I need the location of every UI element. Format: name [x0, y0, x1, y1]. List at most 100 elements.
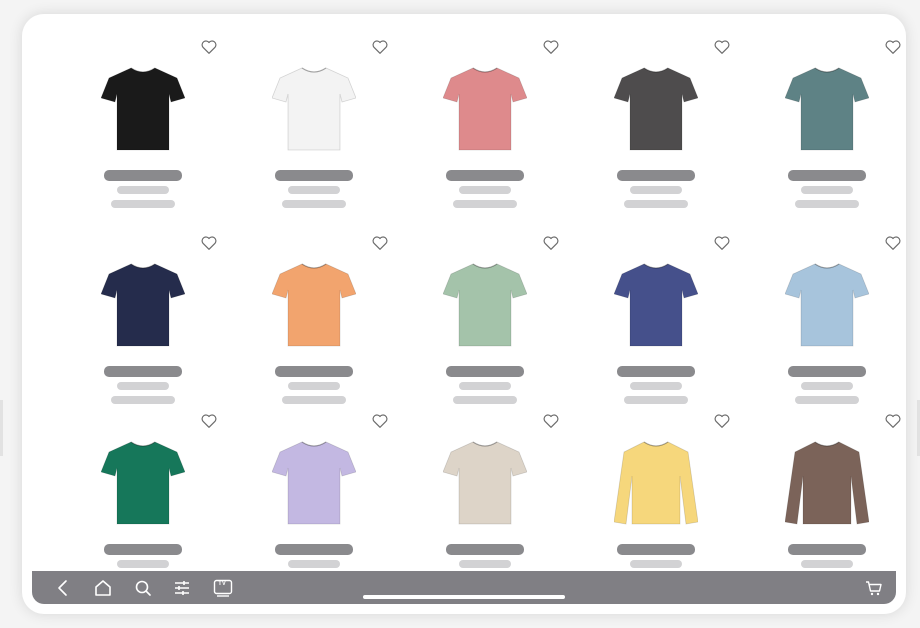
product-card[interactable] [410, 234, 560, 424]
favorite-button[interactable] [713, 412, 731, 430]
heart-icon [714, 236, 730, 250]
product-subtitle-placeholder [801, 560, 853, 568]
product-subtitle-placeholder [801, 382, 853, 390]
heart-icon [543, 40, 559, 54]
tablet-screen: TV [22, 14, 906, 614]
product-title-placeholder [104, 366, 182, 377]
product-card[interactable] [410, 38, 560, 228]
favorite-button[interactable] [884, 234, 902, 252]
cart-button[interactable] [863, 577, 885, 599]
favorite-button[interactable] [713, 234, 731, 252]
favorite-button[interactable] [713, 38, 731, 56]
product-image[interactable] [272, 58, 356, 154]
product-card[interactable] [752, 234, 902, 424]
side-edge-left [0, 400, 3, 456]
favorite-button[interactable] [200, 38, 218, 56]
product-title-placeholder [275, 544, 353, 555]
product-title-placeholder [788, 366, 866, 377]
product-image[interactable] [785, 432, 869, 528]
product-image[interactable] [443, 58, 527, 154]
tshirt-icon [785, 263, 869, 347]
tshirt-icon [272, 263, 356, 347]
favorite-button[interactable] [371, 412, 389, 430]
product-price-placeholder [795, 200, 859, 208]
search-button[interactable] [132, 577, 154, 599]
product-title-placeholder [275, 366, 353, 377]
home-indicator[interactable] [363, 595, 565, 599]
product-subtitle-placeholder [288, 382, 340, 390]
product-card[interactable] [752, 38, 902, 228]
tshirt-icon [101, 67, 185, 151]
product-image[interactable] [272, 254, 356, 350]
favorite-button[interactable] [542, 38, 560, 56]
heart-icon [201, 414, 217, 428]
cart-icon [866, 581, 882, 596]
product-subtitle-placeholder [630, 382, 682, 390]
product-card[interactable] [581, 38, 731, 228]
product-card[interactable] [581, 234, 731, 424]
product-image[interactable] [443, 254, 527, 350]
tshirt-icon [272, 67, 356, 151]
heart-icon [372, 414, 388, 428]
product-image[interactable] [614, 254, 698, 350]
product-title-placeholder [446, 366, 524, 377]
product-image[interactable] [785, 58, 869, 154]
product-image[interactable] [785, 254, 869, 350]
favorite-button[interactable] [542, 234, 560, 252]
product-card[interactable] [68, 234, 218, 424]
home-icon [95, 580, 111, 596]
heart-icon [372, 40, 388, 54]
tshirt-icon [443, 263, 527, 347]
product-title-placeholder [446, 170, 524, 181]
tshirt-icon [614, 263, 698, 347]
favorite-button[interactable] [884, 38, 902, 56]
long-sleeve-shirt-icon [785, 441, 869, 525]
product-subtitle-placeholder [801, 186, 853, 194]
tshirt-icon [101, 441, 185, 525]
long-sleeve-shirt-icon [614, 441, 698, 525]
product-subtitle-placeholder [117, 560, 169, 568]
product-price-placeholder [453, 396, 517, 404]
heart-icon [543, 236, 559, 250]
filter-button[interactable] [171, 577, 193, 599]
heart-icon [201, 40, 217, 54]
favorite-button[interactable] [884, 412, 902, 430]
product-price-placeholder [282, 200, 346, 208]
tv-button[interactable]: TV [212, 577, 234, 599]
favorite-button[interactable] [542, 412, 560, 430]
favorite-button[interactable] [371, 38, 389, 56]
home-button[interactable] [92, 577, 114, 599]
tshirt-icon [614, 67, 698, 151]
product-image[interactable] [101, 58, 185, 154]
bottom-navigation-bar: TV [32, 571, 896, 604]
product-subtitle-placeholder [288, 186, 340, 194]
tshirt-icon [785, 67, 869, 151]
heart-icon [885, 236, 901, 250]
heart-icon [885, 40, 901, 54]
product-image[interactable] [272, 432, 356, 528]
back-icon [58, 580, 67, 596]
product-image[interactable] [101, 432, 185, 528]
product-price-placeholder [624, 396, 688, 404]
product-image[interactable] [614, 58, 698, 154]
product-title-placeholder [617, 170, 695, 181]
favorite-button[interactable] [371, 234, 389, 252]
product-subtitle-placeholder [459, 186, 511, 194]
product-image[interactable] [614, 432, 698, 528]
product-title-placeholder [788, 544, 866, 555]
product-card[interactable] [239, 234, 389, 424]
product-image[interactable] [101, 254, 185, 350]
product-grid [22, 14, 906, 582]
heart-icon [714, 414, 730, 428]
product-title-placeholder [446, 544, 524, 555]
search-icon [135, 580, 151, 596]
favorite-button[interactable] [200, 412, 218, 430]
heart-icon [372, 236, 388, 250]
product-card[interactable] [239, 38, 389, 228]
product-subtitle-placeholder [459, 382, 511, 390]
product-title-placeholder [275, 170, 353, 181]
product-image[interactable] [443, 432, 527, 528]
back-button[interactable] [52, 577, 74, 599]
favorite-button[interactable] [200, 234, 218, 252]
product-card[interactable] [68, 38, 218, 228]
